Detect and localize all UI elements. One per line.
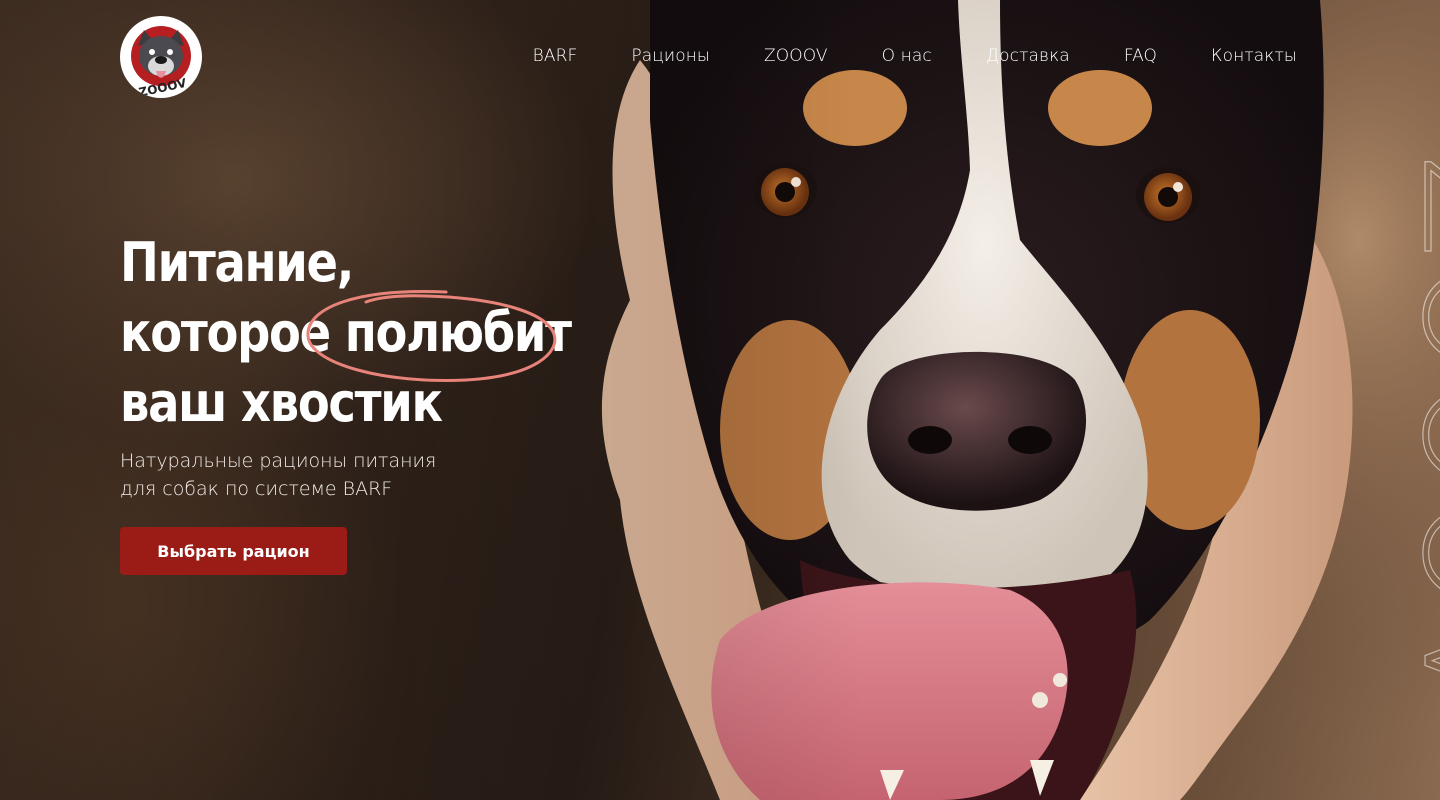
headline-line-2: которое полюбит <box>120 298 572 368</box>
nav-item-rations[interactable]: Рационы <box>631 46 710 66</box>
logo[interactable]: ZOOOV <box>120 16 202 98</box>
hero-subtitle: Натуральные рационы питания для собак по… <box>120 447 520 503</box>
nav-item-faq[interactable]: FAQ <box>1124 46 1157 66</box>
nav-item-zooov[interactable]: ZOOOV <box>764 46 828 66</box>
choose-ration-button[interactable]: Выбрать рацион <box>120 527 347 575</box>
headline-line-2-start: которое <box>120 301 345 364</box>
main-nav: BARF Рационы ZOOOV О нас Доставка FAQ Ко… <box>533 46 1297 66</box>
hero-headline: Питание, которое полюбит ваш хвостик <box>120 228 572 438</box>
nav-item-barf[interactable]: BARF <box>533 46 578 66</box>
subtitle-line-1: Натуральные рационы питания <box>120 450 437 472</box>
nav-item-contacts[interactable]: Контакты <box>1211 46 1297 66</box>
nav-item-delivery[interactable]: Доставка <box>986 46 1070 66</box>
headline-line-1: Питание, <box>120 231 354 294</box>
subtitle-line-2: для собак по системе BARF <box>120 478 393 500</box>
dog-face-logo-icon: ZOOOV <box>123 19 199 98</box>
headline-line-3: ваш хвостик <box>120 371 443 434</box>
headline-highlight-word: полюбит <box>344 301 572 364</box>
nav-item-about[interactable]: О нас <box>882 46 932 66</box>
